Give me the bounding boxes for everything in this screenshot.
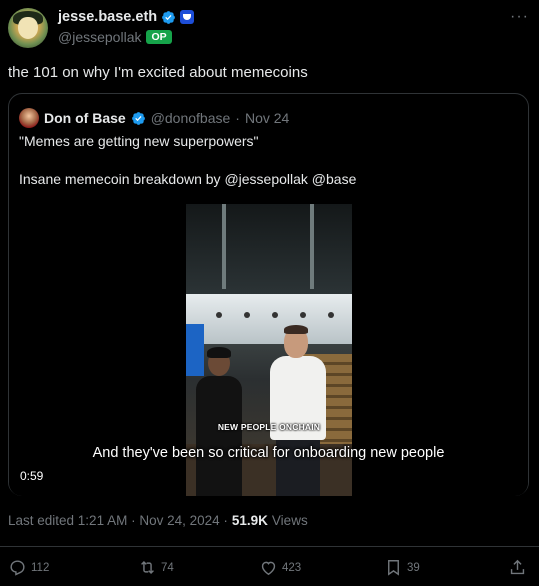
video-scene-light [272, 312, 278, 318]
author-avatar[interactable] [8, 8, 48, 48]
post-header: jesse.base.eth @jessepollak OP ··· [8, 8, 531, 48]
video-scene-beam [310, 204, 314, 289]
quoted-author-avatar [19, 108, 39, 128]
bookmark-button[interactable]: 39 [384, 558, 420, 577]
like-count: 423 [282, 561, 302, 574]
reply-icon [10, 560, 25, 576]
author-name-row: jesse.base.eth [58, 9, 195, 25]
video-person-left [196, 376, 242, 496]
views-label: Views [271, 513, 308, 528]
action-bar: 112 74 423 39 [8, 558, 531, 578]
post-meta: Last edited 1:21 AM · Nov 24, 2024 · 51.… [8, 513, 308, 528]
video-scene-light [216, 312, 222, 318]
avatar-face [18, 17, 38, 39]
repost-count: 74 [161, 561, 174, 574]
video-scene-ceiling [186, 204, 352, 294]
share-icon [510, 559, 525, 575]
author-handle-row: @jessepollak OP [58, 29, 172, 45]
repost-icon [141, 560, 154, 575]
quoted-text-line-2: Insane memecoin breakdown by @jessepolla… [19, 171, 357, 187]
video-scene-light [244, 312, 250, 318]
video-scene-light [300, 312, 306, 318]
video-scene-beam [222, 204, 226, 289]
quoted-date: Nov 24 [244, 110, 290, 126]
reply-count: 112 [31, 561, 50, 574]
like-icon [261, 561, 276, 576]
like-button[interactable]: 423 [259, 558, 301, 577]
quoted-post-header: Don of Base @donofbase · Nov 24 [19, 108, 289, 128]
quoted-author-handle: @donofbase [150, 110, 231, 126]
repost-button[interactable]: 74 [138, 558, 174, 577]
video-person-left-hair [207, 347, 231, 358]
quoted-text-line-1: "Memes are getting new superpowers" [19, 133, 259, 149]
quoted-post[interactable]: Don of Base @donofbase · Nov 24 "Memes a… [8, 93, 529, 496]
divider [0, 546, 539, 547]
video-duration: 0:59 [20, 469, 44, 483]
reply-button[interactable]: 112 [8, 558, 49, 577]
edited-timestamp[interactable]: Last edited 1:21 AM · Nov 24, 2024 · [8, 513, 228, 528]
views-count: 51.9K [231, 513, 268, 528]
post-text: the 101 on why I'm excited about memecoi… [8, 64, 308, 81]
more-icon[interactable]: ··· [510, 8, 529, 26]
author-handle[interactable]: @jessepollak [58, 29, 141, 45]
video-caption: And they've been so critical for onboard… [92, 445, 445, 461]
quoted-author-display-name: Don of Base [44, 110, 126, 126]
video-scene-wall [186, 294, 352, 344]
video-person-right-hair [284, 325, 308, 334]
author-display-name[interactable]: jesse.base.eth [58, 9, 157, 25]
video-scene-screen [186, 324, 204, 376]
affiliate-badge-icon[interactable] [180, 10, 195, 24]
bookmark-icon [388, 560, 399, 576]
quoted-separator: · [235, 110, 240, 126]
video-player[interactable]: NEW PEOPLE ONCHAIN And they've been so c… [9, 204, 528, 496]
verified-icon [162, 10, 176, 24]
share-button[interactable] [508, 558, 527, 577]
video-overlay-text: NEW PEOPLE ONCHAIN [217, 422, 321, 432]
bookmark-count: 39 [407, 561, 420, 574]
op-badge: OP [146, 30, 172, 44]
video-scene-light [328, 312, 334, 318]
verified-icon [131, 111, 145, 125]
